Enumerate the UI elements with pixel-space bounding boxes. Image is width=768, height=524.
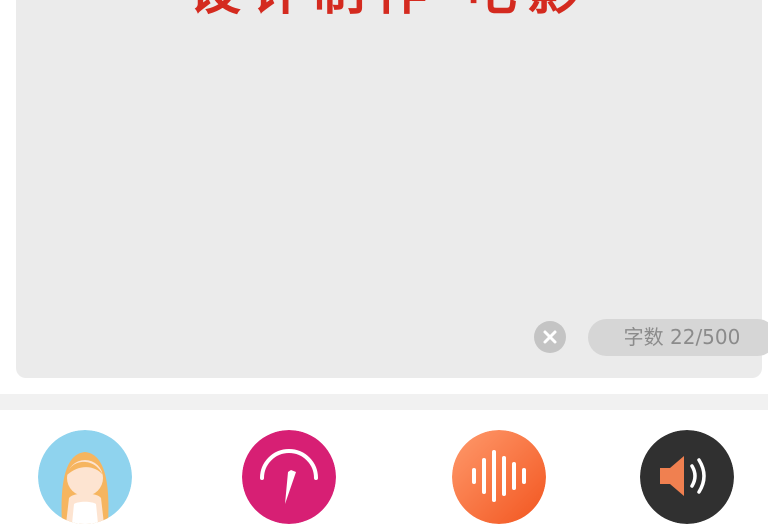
close-icon <box>543 330 557 344</box>
text-input-area[interactable]: 设计制作 电影 字数 22/500 <box>16 0 768 378</box>
input-text: 设计制作 电影 <box>16 0 762 22</box>
clear-button[interactable] <box>534 321 566 353</box>
character-counter: 字数 22/500 <box>588 319 768 356</box>
section-divider <box>0 394 768 410</box>
